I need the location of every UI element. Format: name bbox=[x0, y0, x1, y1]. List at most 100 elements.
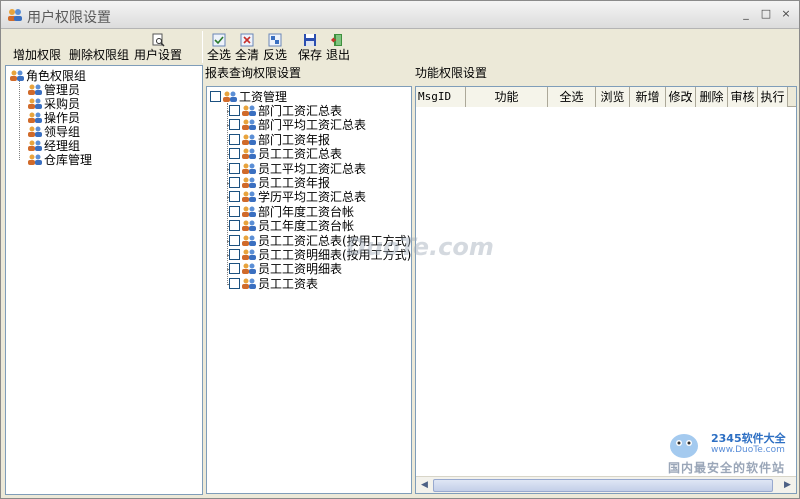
role-item[interactable]: 操作员 bbox=[28, 111, 80, 125]
report-item-label: 部门年度工资台帐 bbox=[258, 204, 355, 219]
scroll-left-arrow-icon[interactable]: ◀ bbox=[417, 478, 432, 493]
report-tree-root[interactable]: 工资管理 bbox=[210, 90, 287, 104]
checkbox[interactable] bbox=[229, 249, 240, 260]
checkbox[interactable] bbox=[229, 119, 240, 131]
column-header-execute[interactable]: 执行 bbox=[758, 87, 788, 107]
users-icon bbox=[242, 163, 256, 174]
column-header-function[interactable]: 功能 bbox=[466, 87, 548, 107]
report-pane-label: 报表查询权限设置 bbox=[205, 66, 302, 80]
report-item-label: 学历平均工资汇总表 bbox=[258, 190, 367, 205]
checkbox[interactable] bbox=[229, 220, 240, 232]
users-icon bbox=[28, 140, 42, 151]
exit-label: 退出 bbox=[325, 48, 350, 62]
mascot-logo-icon bbox=[670, 434, 698, 458]
grid-header: MsgID 功能 全选 浏览 新增 修改 删除 审核 执行 bbox=[416, 87, 796, 107]
brand-line-2: www.DuoTe.com bbox=[711, 445, 785, 455]
column-header-approve[interactable]: 审核 bbox=[728, 87, 758, 107]
report-tree-root-label: 工资管理 bbox=[239, 90, 288, 104]
checkbox[interactable] bbox=[229, 263, 240, 275]
users-icon bbox=[10, 70, 24, 81]
role-item[interactable]: 经理组 bbox=[28, 139, 80, 153]
report-item[interactable]: 部门工资汇总表 bbox=[229, 104, 342, 118]
invert-select-icon bbox=[268, 33, 282, 47]
checkbox[interactable] bbox=[229, 205, 240, 217]
users-icon bbox=[242, 220, 256, 232]
role-item[interactable]: 领导组 bbox=[28, 125, 80, 139]
report-item[interactable]: 员工工资明细表 bbox=[229, 262, 342, 276]
invert-select-button[interactable]: 反选 bbox=[262, 31, 288, 63]
user-settings-button[interactable]: 用户设置 bbox=[133, 31, 183, 63]
scroll-thumb[interactable] bbox=[433, 479, 773, 492]
clear-all-label: 全清 bbox=[234, 48, 259, 62]
select-all-button[interactable]: 全选 bbox=[206, 31, 232, 63]
users-icon bbox=[28, 84, 42, 95]
checkbox[interactable] bbox=[210, 91, 221, 102]
users-icon bbox=[28, 154, 42, 165]
add-permission-label: 增加权限 bbox=[12, 48, 61, 62]
column-header-edit[interactable]: 修改 bbox=[666, 87, 696, 107]
users-icon bbox=[242, 191, 256, 203]
users-icon bbox=[242, 278, 256, 289]
report-item[interactable]: 部门工资年报 bbox=[229, 133, 330, 147]
save-label: 保存 bbox=[297, 48, 322, 62]
horizontal-scrollbar[interactable]: ◀ ▶ bbox=[416, 476, 796, 493]
users-icon bbox=[8, 9, 22, 21]
function-pane-label: 功能权限设置 bbox=[415, 66, 488, 80]
exit-button[interactable]: 退出 bbox=[325, 31, 351, 63]
users-icon bbox=[242, 235, 256, 246]
clear-all-icon bbox=[240, 33, 254, 47]
save-button[interactable]: 保存 bbox=[297, 31, 323, 63]
report-item[interactable]: 学历平均工资汇总表 bbox=[229, 190, 366, 204]
checkbox[interactable] bbox=[229, 234, 240, 246]
checkbox[interactable] bbox=[229, 177, 240, 188]
delete-group-label: 删除权限组 bbox=[69, 48, 130, 62]
column-header-msgid[interactable]: MsgID bbox=[416, 87, 466, 107]
role-tree-root-label: 角色权限组 bbox=[26, 69, 87, 83]
users-icon bbox=[242, 263, 256, 275]
close-button[interactable]: × bbox=[779, 7, 793, 21]
role-item[interactable]: 仓库管理 bbox=[28, 153, 92, 167]
report-item[interactable]: 部门年度工资台帐 bbox=[229, 205, 354, 219]
brand-line-1: 2345软件大全 bbox=[711, 432, 786, 445]
role-item-label: 仓库管理 bbox=[44, 153, 93, 167]
report-tree-pane: 工资管理 部门工资汇总表 部门平均工资汇总表 部门工资年报 员工工资汇总表 员工平均工资… bbox=[206, 86, 412, 494]
checkbox[interactable] bbox=[229, 133, 240, 145]
checkbox[interactable] bbox=[229, 105, 240, 116]
report-item-label: 部门平均工资汇总表 bbox=[258, 118, 367, 133]
users-icon bbox=[28, 98, 42, 109]
column-header-delete[interactable]: 删除 bbox=[696, 87, 728, 107]
report-item[interactable]: 员工工资汇总表 bbox=[229, 147, 342, 161]
delete-group-button[interactable]: 删除权限组 bbox=[69, 31, 130, 63]
report-item[interactable]: 员工工资表 bbox=[229, 277, 318, 291]
scroll-right-arrow-icon[interactable]: ▶ bbox=[780, 478, 795, 493]
column-header-select-all[interactable]: 全选 bbox=[548, 87, 596, 107]
exit-door-icon bbox=[331, 34, 342, 46]
report-item[interactable]: 部门平均工资汇总表 bbox=[229, 118, 366, 132]
users-icon bbox=[242, 134, 256, 145]
clear-all-button[interactable]: 全清 bbox=[234, 31, 260, 63]
column-header-browse[interactable]: 浏览 bbox=[596, 87, 630, 107]
report-item[interactable]: 员工平均工资汇总表 bbox=[229, 162, 366, 176]
users-icon bbox=[242, 249, 256, 260]
app-window: 用户权限设置 _ □ × 增加权限 删除权限组 用户设置 全选 全清 反选 保存… bbox=[0, 0, 800, 499]
checkbox[interactable] bbox=[229, 277, 240, 289]
role-item[interactable]: 采购员 bbox=[28, 97, 80, 111]
minimize-button[interactable]: _ bbox=[739, 7, 753, 21]
role-tree-pane: 角色权限组 管理员 采购员 操作员 领导组 经理组 仓库管理 bbox=[5, 65, 203, 495]
report-item-label: 部门工资年报 bbox=[258, 132, 331, 147]
role-tree-root[interactable]: 角色权限组 bbox=[10, 69, 86, 83]
report-item[interactable]: 员工工资年报 bbox=[229, 176, 330, 190]
invert-select-label: 反选 bbox=[262, 48, 287, 62]
save-disk-icon bbox=[304, 34, 316, 46]
column-header-add[interactable]: 新增 bbox=[630, 87, 666, 107]
maximize-button[interactable]: □ bbox=[759, 7, 773, 21]
add-permission-button[interactable]: 增加权限 bbox=[11, 31, 63, 63]
report-item-label: 部门工资汇总表 bbox=[258, 104, 343, 118]
checkbox[interactable] bbox=[229, 148, 240, 160]
report-item-label: 员工年度工资台帐 bbox=[258, 219, 355, 234]
role-item-label: 采购员 bbox=[44, 97, 81, 111]
role-item[interactable]: 管理员 bbox=[28, 83, 80, 97]
checkbox[interactable] bbox=[229, 162, 240, 174]
checkbox[interactable] bbox=[229, 191, 240, 203]
report-item[interactable]: 员工年度工资台帐 bbox=[229, 219, 354, 233]
